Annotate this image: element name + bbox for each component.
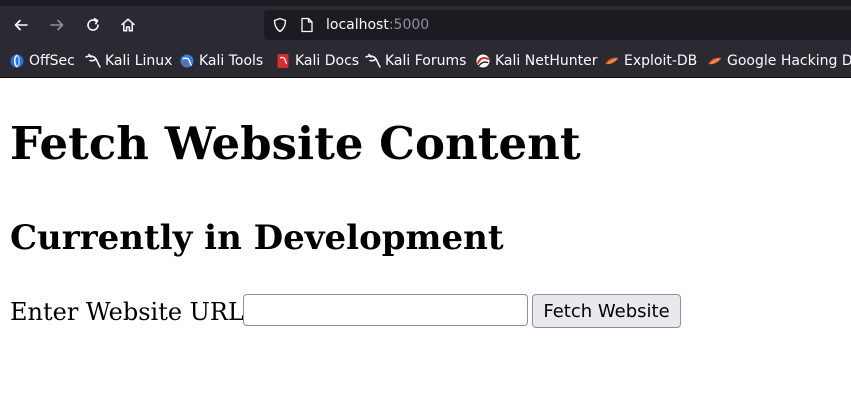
kali-dragon-icon (85, 53, 101, 69)
forward-button[interactable] (42, 10, 72, 40)
page-info-icon[interactable] (300, 17, 314, 33)
url-host: localhost (326, 17, 389, 33)
nethunter-icon (475, 53, 491, 69)
reload-button[interactable] (78, 10, 108, 40)
url-port: :5000 (388, 17, 430, 33)
page-subtitle: Currently in Development (10, 218, 504, 258)
reload-icon (87, 18, 99, 31)
fetch-website-button[interactable]: Fetch Website (532, 294, 681, 328)
browser-toolbar: localhost:5000 (0, 6, 851, 44)
page-title: Fetch Website Content (10, 117, 581, 170)
back-arrow-icon (14, 19, 28, 31)
offsec-icon (9, 53, 25, 69)
exploit-db-icon (707, 53, 723, 69)
bookmark-offsec[interactable]: OffSec (9, 48, 75, 74)
url-field-label: Enter Website URL: (10, 298, 252, 326)
bookmark-label: OffSec (29, 53, 75, 69)
back-button[interactable] (6, 10, 36, 40)
bookmark-label: Exploit-DB (624, 53, 698, 69)
bookmark-label: Kali Tools (199, 53, 264, 69)
bookmark-label: Google Hacking DB (727, 53, 851, 69)
kali-docs-icon (275, 53, 291, 69)
exploit-db-icon (604, 53, 620, 69)
bookmark-kali-tools[interactable]: Kali Tools (179, 48, 263, 74)
browser-chrome: localhost:5000 OffSec Kali Linux Kali To… (0, 0, 851, 78)
url-bar[interactable]: localhost:5000 (264, 10, 851, 40)
kali-tools-icon (179, 53, 195, 69)
bookmarks-toolbar: OffSec Kali Linux Kali Tools Kali Docs K… (0, 48, 851, 74)
forward-arrow-icon (50, 19, 64, 31)
tracking-protection-shield-icon[interactable] (272, 17, 288, 33)
bookmark-kali-linux[interactable]: Kali Linux (85, 48, 172, 74)
bookmark-kali-forums[interactable]: Kali Forums (365, 48, 466, 74)
home-button[interactable] (113, 10, 143, 40)
url-text[interactable]: localhost:5000 (326, 16, 429, 34)
bookmark-kali-docs[interactable]: Kali Docs (275, 48, 359, 74)
bookmark-kali-nethunter[interactable]: Kali NetHunter (475, 48, 597, 74)
home-icon (121, 18, 135, 32)
bookmark-label: Kali Forums (385, 53, 467, 69)
bookmark-label: Kali NetHunter (495, 53, 598, 69)
bookmark-label: Kali Linux (105, 53, 173, 69)
kali-dragon-icon (365, 53, 381, 69)
website-url-input[interactable] (243, 294, 528, 326)
bookmark-exploit-db[interactable]: Exploit-DB (604, 48, 697, 74)
bookmark-google-hacking-db[interactable]: Google Hacking DB (707, 48, 851, 74)
bookmark-label: Kali Docs (295, 53, 360, 69)
page-content: Fetch Website Content Currently in Devel… (0, 78, 851, 417)
